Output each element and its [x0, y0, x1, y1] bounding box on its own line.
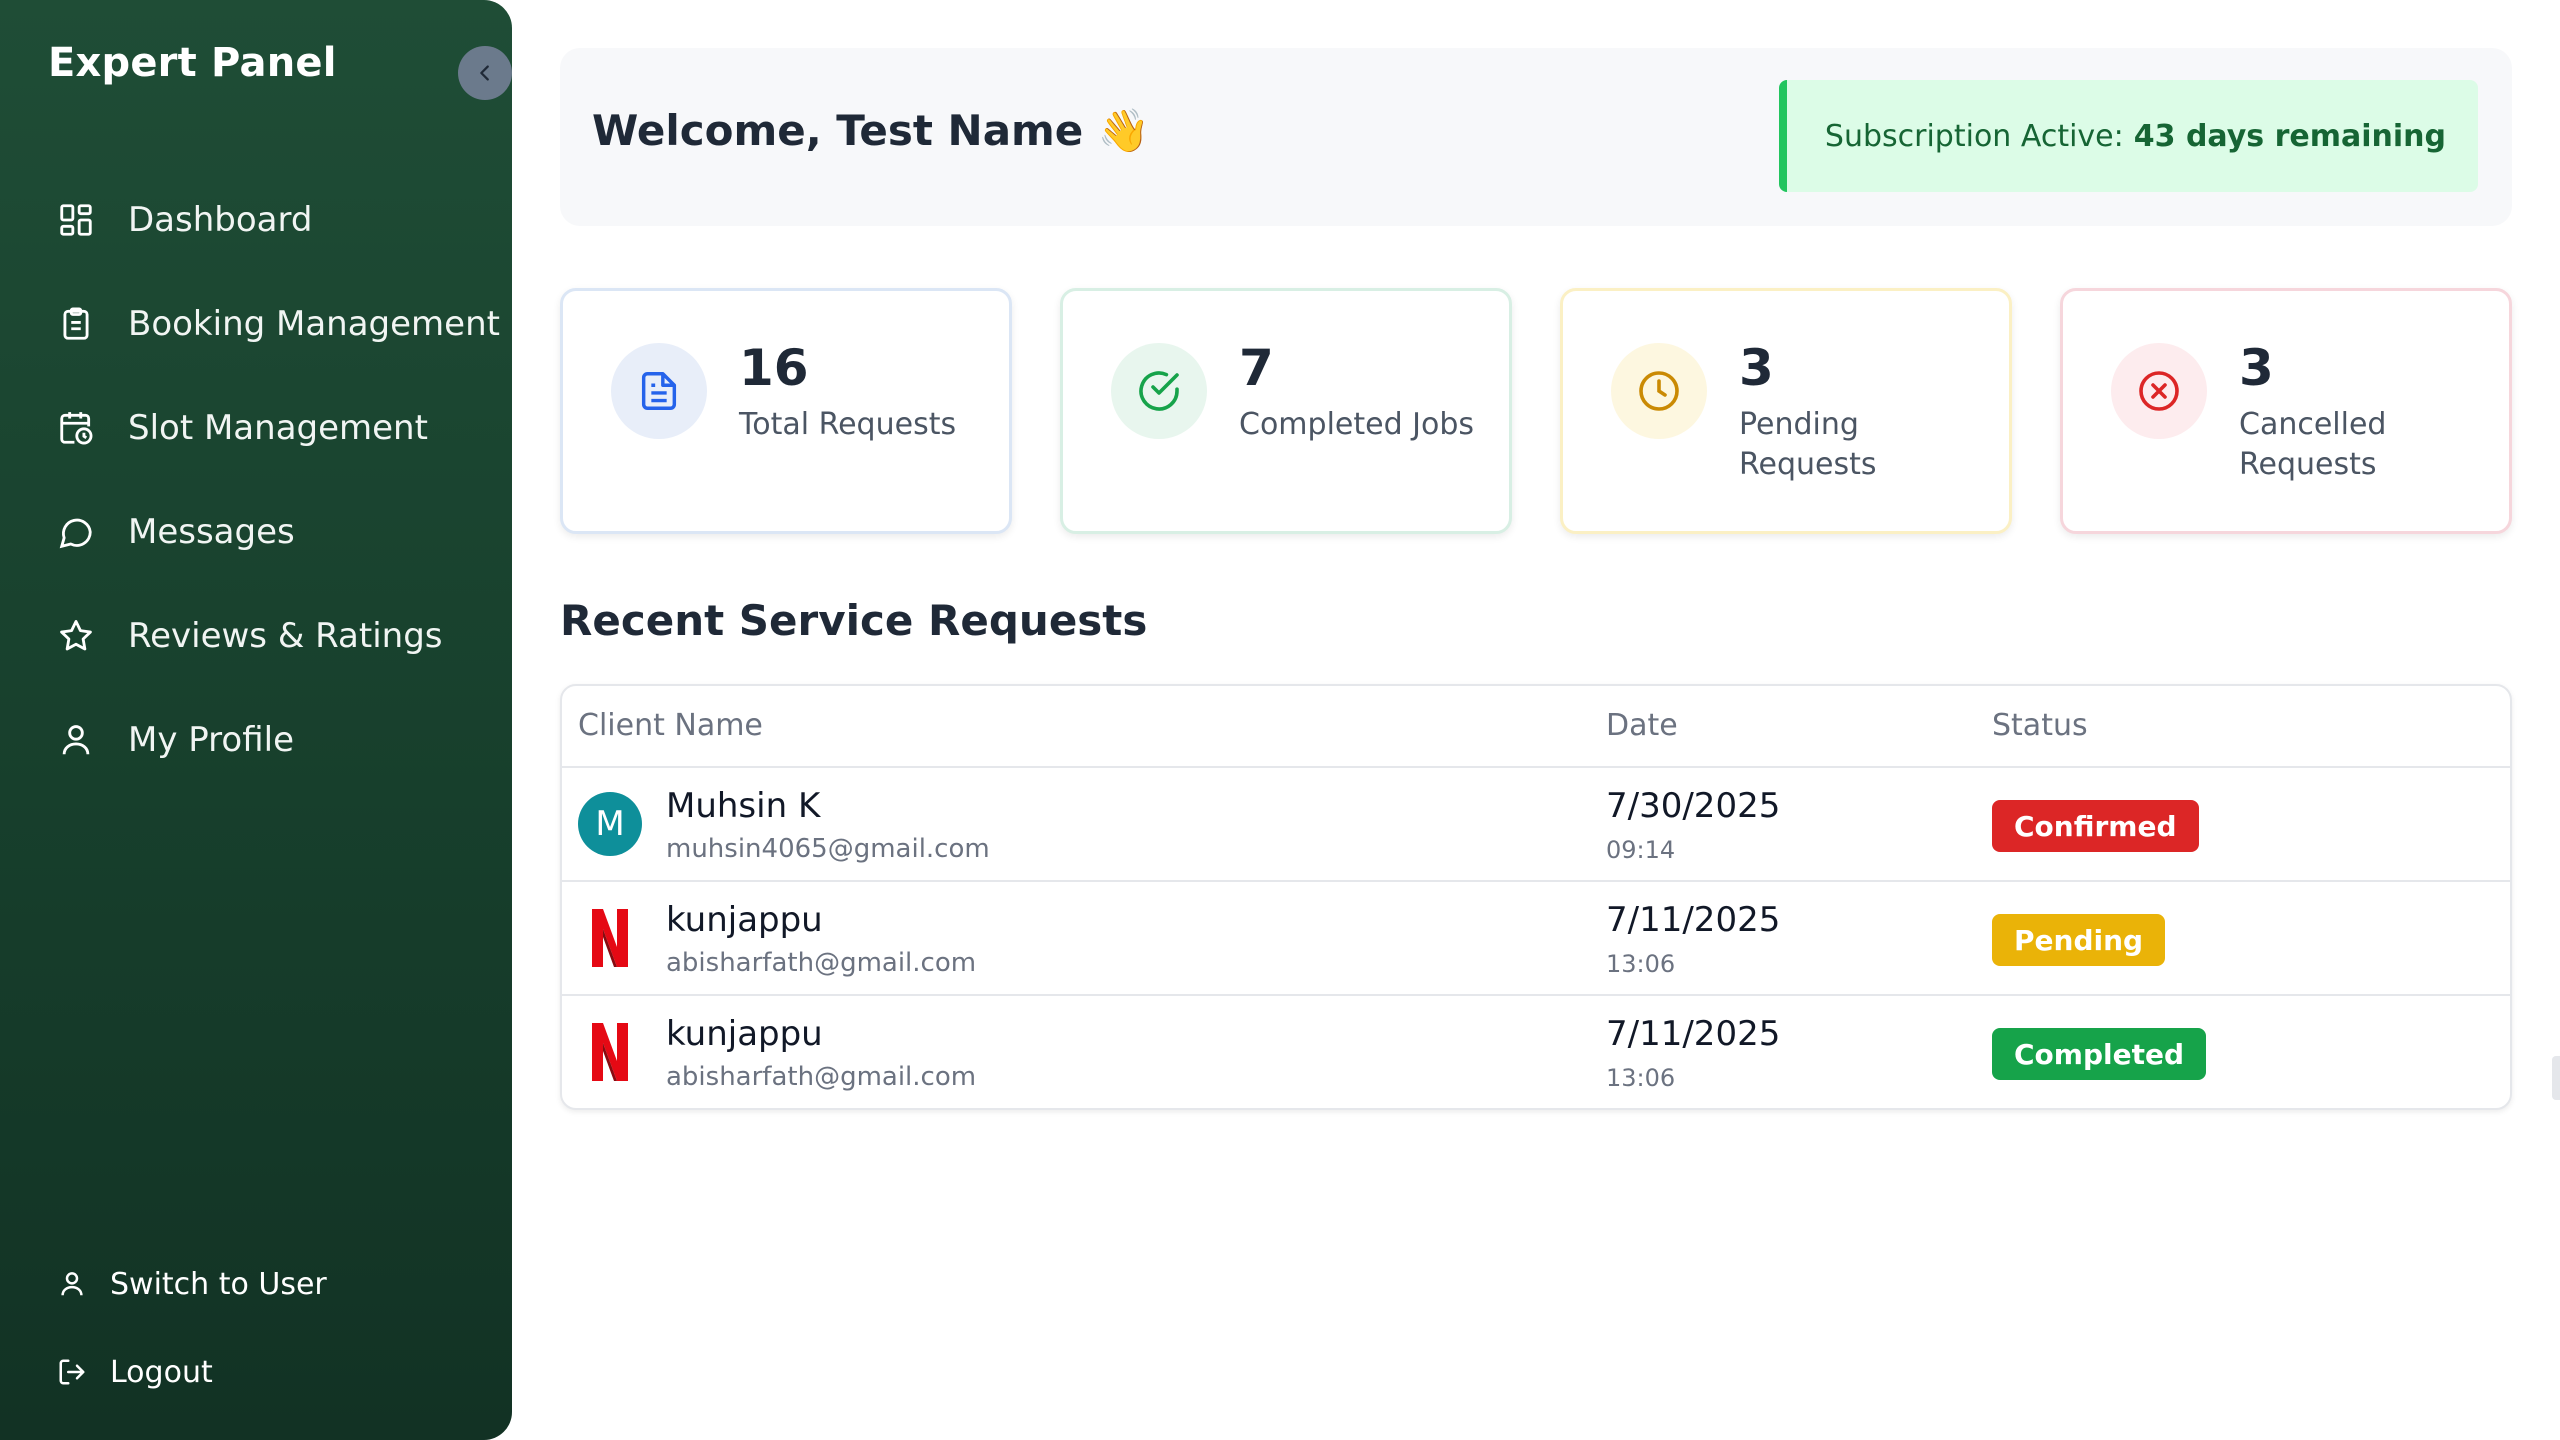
chevron-left-icon — [480, 65, 489, 81]
clipboard-icon — [54, 302, 98, 346]
avatar — [578, 1020, 642, 1084]
sidebar-footer: Switch to User Logout — [0, 1240, 512, 1416]
sidebar-item-messages[interactable]: Messages — [0, 480, 512, 584]
table-header: Client Name Date Status — [562, 686, 2510, 768]
welcome-title: Welcome, Test Name 👋 — [592, 106, 1151, 155]
subscription-status-badge: Subscription Active: 43 days remaining — [1778, 80, 2478, 192]
client-name: kunjappu — [666, 900, 823, 940]
request-date: 7/11/2025 — [1606, 900, 1781, 940]
stat-label: Total Requests — [739, 407, 957, 442]
subscription-days-remaining: 43 days remaining — [2133, 118, 2446, 154]
request-time: 13:06 — [1606, 1064, 1676, 1092]
stat-card-completed-jobs: 7 Completed Jobs — [1060, 288, 1512, 534]
stat-label: Cancelled Requests — [2239, 407, 2387, 482]
stat-value: 7 — [1239, 339, 1274, 397]
stats-row: 16 Total Requests 7 Completed Jobs 3 Pen… — [560, 288, 2512, 534]
collapse-sidebar-button[interactable] — [458, 46, 512, 100]
sidebar-item-label: Dashboard — [128, 200, 313, 240]
sidebar-item-label: Slot Management — [128, 408, 428, 448]
recent-requests-table: Client Name Date Status M Muhsin K muhsi… — [560, 684, 2512, 1110]
grid-icon — [54, 198, 98, 242]
x-circle-icon — [2111, 343, 2207, 439]
stat-label: Pending Requests — [1739, 407, 1877, 482]
stat-value: 3 — [2239, 339, 2274, 397]
sidebar-item-booking-management[interactable]: Booking Management — [0, 272, 512, 376]
netflix-logo-icon — [592, 1023, 628, 1081]
chat-bubble-icon — [54, 510, 98, 554]
sidebar-item-reviews-ratings[interactable]: Reviews & Ratings — [0, 584, 512, 688]
request-date: 7/11/2025 — [1606, 1014, 1781, 1054]
table-row[interactable]: M Muhsin K muhsin4065@gmail.com 7/30/202… — [562, 768, 2510, 882]
client-email: muhsin4065@gmail.com — [666, 834, 990, 864]
stat-card-cancelled-requests: 3 Cancelled Requests — [2060, 288, 2512, 534]
stat-card-pending-requests: 3 Pending Requests — [1560, 288, 2012, 534]
request-time: 09:14 — [1606, 836, 1676, 864]
check-circle-icon — [1111, 343, 1207, 439]
column-header-date: Date — [1606, 708, 1678, 743]
switch-to-user-label: Switch to User — [110, 1266, 327, 1302]
status-badge: Completed — [1992, 1028, 2207, 1080]
calendar-clock-icon — [54, 406, 98, 450]
stat-label: Completed Jobs — [1239, 407, 1475, 442]
stat-value: 3 — [1739, 339, 1774, 397]
brand-title: Expert Panel — [48, 40, 337, 86]
sidebar-nav: Dashboard Booking Management Slot Manage… — [0, 168, 512, 792]
sidebar-item-label: Messages — [128, 512, 295, 552]
sidebar-item-my-profile[interactable]: My Profile — [0, 688, 512, 792]
status-badge: Pending — [1992, 914, 2166, 966]
clock-icon — [1611, 343, 1707, 439]
stat-card-total-requests: 16 Total Requests — [560, 288, 1012, 534]
stat-value: 16 — [739, 339, 809, 397]
sidebar-item-label: Booking Management — [128, 304, 500, 344]
scrollbar-handle[interactable] — [2552, 1056, 2560, 1100]
column-header-status: Status — [1992, 708, 2088, 743]
client-email: abisharfath@gmail.com — [666, 1062, 977, 1092]
switch-to-user-button[interactable]: Switch to User — [0, 1240, 512, 1328]
logout-icon — [54, 1354, 90, 1390]
status-badge: Confirmed — [1992, 800, 2199, 852]
client-name: Muhsin K — [666, 786, 821, 826]
request-date: 7/30/2025 — [1606, 786, 1781, 826]
client-name: kunjappu — [666, 1014, 823, 1054]
star-icon — [54, 614, 98, 658]
document-icon — [611, 343, 707, 439]
avatar: M — [578, 792, 642, 856]
logout-button[interactable]: Logout — [0, 1328, 512, 1416]
subscription-label: Subscription Active: — [1824, 118, 2124, 154]
client-email: abisharfath@gmail.com — [666, 948, 977, 978]
request-time: 13:06 — [1606, 950, 1676, 978]
logout-label: Logout — [110, 1354, 213, 1390]
sidebar-item-slot-management[interactable]: Slot Management — [0, 376, 512, 480]
avatar — [578, 906, 642, 970]
table-row[interactable]: kunjappu abisharfath@gmail.com 7/11/2025… — [562, 996, 2510, 1108]
sidebar: Expert Panel Dashboard Booking Managemen… — [0, 0, 512, 1440]
sidebar-item-label: My Profile — [128, 720, 294, 760]
table-row[interactable]: kunjappu abisharfath@gmail.com 7/11/2025… — [562, 882, 2510, 996]
netflix-logo-icon — [592, 909, 628, 967]
welcome-card: Welcome, Test Name 👋 Subscription Active… — [560, 48, 2512, 226]
section-title: Recent Service Requests — [560, 596, 1148, 645]
sidebar-item-label: Reviews & Ratings — [128, 616, 443, 656]
sidebar-item-dashboard[interactable]: Dashboard — [0, 168, 512, 272]
column-header-client-name: Client Name — [578, 708, 763, 743]
user-icon — [54, 718, 98, 762]
user-icon — [54, 1266, 90, 1302]
